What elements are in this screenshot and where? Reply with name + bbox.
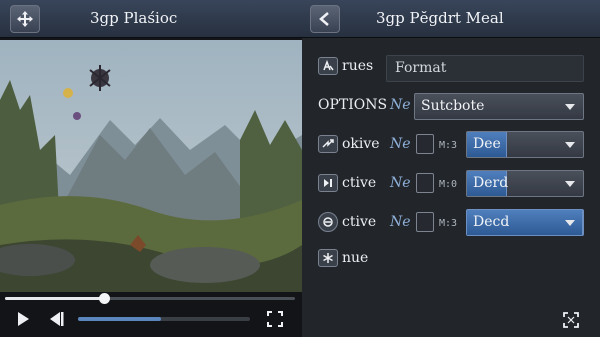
options-ne: Ne [390, 97, 411, 113]
volume-level [78, 317, 161, 321]
play-icon[interactable] [12, 308, 34, 330]
video-frame[interactable] [0, 40, 302, 292]
row-dropdown[interactable]: Decd [466, 209, 584, 236]
skip-icon [318, 174, 338, 192]
chevron-down-icon [565, 104, 575, 110]
row-ne: Ne [390, 175, 411, 191]
settings-panel: 3gp Pĕgdrt Meal rues Format OPTIONS Ne S… [302, 0, 600, 337]
video-player: 3gp Plaśioc [0, 0, 302, 337]
player-titlebar: 3gp Plaśioc [0, 0, 302, 38]
format-label: rues [342, 58, 374, 74]
chevron-down-icon [565, 142, 575, 148]
seek-handle[interactable] [98, 293, 110, 304]
row-ne: Ne [390, 214, 411, 230]
seek-progress [5, 297, 104, 300]
row-code: M:0 [439, 179, 458, 190]
options-label: OPTIONS [318, 97, 388, 113]
format-icon [318, 57, 338, 75]
row-checkbox[interactable] [416, 134, 434, 154]
previous-icon[interactable] [44, 308, 66, 330]
row-dropdown[interactable]: Dee [466, 131, 584, 158]
move-icon[interactable] [10, 5, 40, 33]
fullscreen-icon[interactable] [264, 308, 286, 330]
asterisk-icon [318, 249, 338, 267]
transfer-icon [318, 135, 338, 153]
panel-title: 3gp Pĕgdrt Meal [376, 9, 504, 27]
panel-titlebar: 3gp Pĕgdrt Meal [302, 0, 600, 38]
back-icon[interactable] [310, 5, 340, 33]
player-title: 3gp Plaśioc [90, 9, 178, 27]
row-checkbox[interactable] [416, 212, 434, 232]
expand-icon[interactable] [560, 309, 582, 331]
options-dropdown[interactable]: Sutcbote [414, 93, 584, 120]
row-dropdown[interactable]: Derd [466, 170, 584, 197]
chevron-down-icon [565, 181, 575, 187]
format-field[interactable]: Format [386, 55, 584, 82]
row-label: ctive [342, 214, 377, 230]
row-value: Derd [467, 171, 508, 196]
row-label: okive [342, 136, 380, 152]
row-code: M:3 [439, 218, 458, 229]
settings-icon [318, 212, 338, 232]
last-label: nue [342, 250, 369, 266]
chevron-down-icon [565, 220, 575, 226]
options-value: Sutcbote [421, 98, 485, 114]
row-label: ctive [342, 175, 377, 191]
row-value: Dee [467, 132, 507, 157]
row-checkbox[interactable] [416, 173, 434, 193]
row-code: M:3 [439, 140, 458, 151]
row-ne: Ne [390, 136, 411, 152]
